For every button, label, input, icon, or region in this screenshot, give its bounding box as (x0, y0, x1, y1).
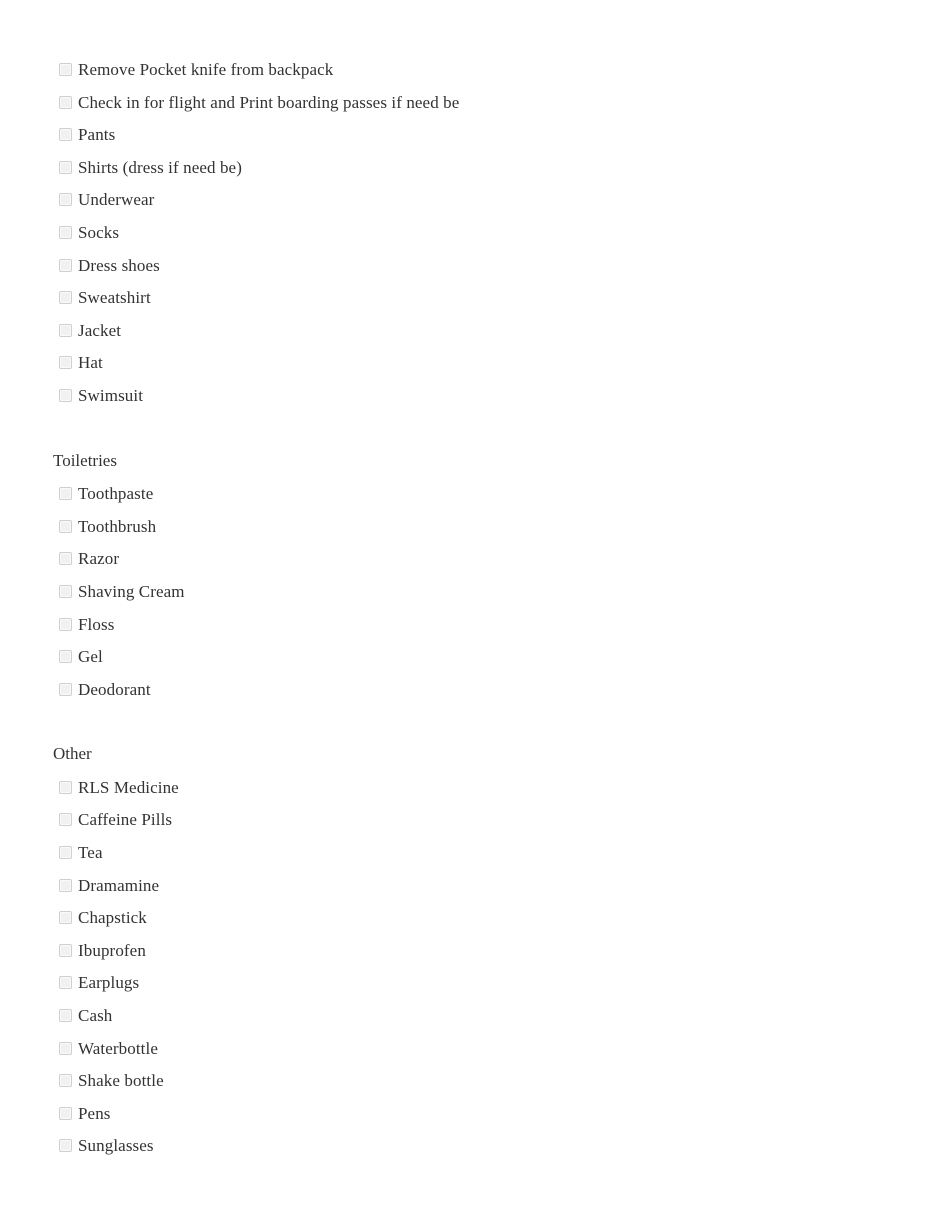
checklist-item-label: Caffeine Pills (78, 810, 173, 830)
checklist-group-heading: Other (53, 744, 92, 764)
checkbox-icon[interactable] (59, 1074, 72, 1088)
checklist-item[interactable]: Shaving Cream (59, 576, 950, 609)
checklist-item-label: Earplugs (78, 973, 140, 993)
checklist-item[interactable]: Sunglasses (59, 1130, 950, 1163)
checklist-item[interactable]: Dress shoes (59, 250, 950, 283)
checklist-item-label: Toothpaste (78, 484, 154, 504)
checklist-item[interactable]: Gel (59, 641, 950, 674)
checkbox-icon[interactable] (59, 878, 72, 892)
checkbox-icon[interactable] (59, 650, 72, 664)
checklist-item[interactable]: Check in for flight and Print boarding p… (59, 87, 950, 120)
checklist-item-label: Underwear (78, 190, 155, 210)
checklist-item-label: Floss (78, 614, 115, 634)
checklist-page: Remove Pocket knife from backpack Check i… (0, 0, 950, 1230)
checkbox-icon[interactable] (59, 388, 72, 402)
checklist-group: Toiletries Toothpaste Toothbrush Razor Shavi… (0, 445, 950, 707)
checkbox-icon[interactable] (59, 128, 72, 142)
checkbox-icon[interactable] (59, 943, 72, 957)
checkbox-icon[interactable] (59, 617, 72, 631)
checkbox-icon[interactable] (59, 63, 72, 76)
checkbox-icon[interactable] (59, 1139, 72, 1153)
checklist-item-label: Jacket (78, 320, 122, 340)
checklist-item-label: Shirts (dress if need be) (78, 157, 242, 177)
checklist-item-label: Shaving Cream (78, 581, 185, 601)
checkbox-icon[interactable] (59, 160, 72, 174)
checkbox-icon[interactable] (59, 813, 72, 827)
checklist-item[interactable]: Floss (59, 609, 950, 642)
checklist-item[interactable]: Waterbottle (59, 1033, 950, 1066)
checklist-item[interactable]: Remove Pocket knife from backpack (59, 54, 950, 87)
checklist-item[interactable]: Sweatshirt (59, 282, 950, 315)
checklist-item-label: Sweatshirt (78, 288, 151, 308)
checklist-item-label: Chapstick (78, 908, 147, 928)
checklist-item-label: Pants (78, 125, 116, 145)
checkbox-icon[interactable] (59, 225, 72, 239)
checklist-item-label: Pens (78, 1103, 111, 1123)
checkbox-icon[interactable] (59, 584, 72, 598)
checkbox-icon[interactable] (59, 519, 72, 533)
checklist-item[interactable]: Chapstick (59, 902, 950, 935)
checklist-item-label: Remove Pocket knife from backpack (78, 60, 334, 79)
checklist-item-label: Check in for flight and Print boarding p… (78, 92, 460, 112)
checklist-item-label: Hat (78, 353, 103, 373)
checkbox-icon[interactable] (59, 682, 72, 696)
checklist-group: Remove Pocket knife from backpack Check i… (0, 54, 950, 413)
checkbox-icon[interactable] (59, 911, 72, 925)
checklist-item-label: Ibuprofen (78, 940, 146, 960)
checklist-item-label: Razor (78, 549, 120, 569)
checklist-item[interactable]: Ibuprofen (59, 935, 950, 968)
checkbox-icon[interactable] (59, 976, 72, 990)
checklist-item-label: Cash (78, 1006, 113, 1026)
checklist-item-label: RLS Medicine (78, 777, 179, 797)
checklist-item[interactable]: Shake bottle (59, 1065, 950, 1098)
checklist-item-label: Tea (78, 843, 103, 863)
checklist-item[interactable]: Underwear (59, 184, 950, 217)
checklist-item[interactable]: Cash (59, 1000, 950, 1033)
checklist-item-label: Toothbrush (78, 516, 157, 536)
checkbox-icon[interactable] (59, 193, 72, 207)
checklist-item-label: Waterbottle (78, 1038, 158, 1058)
checklist-item[interactable]: Earplugs (59, 967, 950, 1000)
checklist-item[interactable]: Socks (59, 217, 950, 250)
checklist-item-label: Swimsuit (78, 385, 144, 405)
checklist-item[interactable]: Jacket (59, 315, 950, 348)
checklist-item-label: Dress shoes (78, 255, 160, 275)
checklist-item[interactable]: Hat (59, 347, 950, 380)
checklist-item-label: Sunglasses (78, 1136, 154, 1156)
checkbox-icon[interactable] (59, 487, 72, 501)
checklist-item[interactable]: Toothpaste (59, 478, 950, 511)
checkbox-icon[interactable] (59, 1106, 72, 1120)
checklist-group-heading: Toiletries (53, 450, 117, 470)
checklist-item-label: Gel (78, 647, 103, 667)
checklist-item[interactable]: RLS Medicine (59, 772, 950, 805)
checkbox-icon[interactable] (59, 846, 72, 860)
checklist-item[interactable]: Razor (59, 543, 950, 576)
checklist-item-label: Shake bottle (78, 1071, 164, 1091)
checkbox-icon[interactable] (59, 1041, 72, 1055)
checkbox-icon[interactable] (59, 291, 72, 305)
checklist-item-label: Socks (78, 222, 120, 242)
checklist-item[interactable]: Shirts (dress if need be) (59, 152, 950, 185)
checkbox-icon[interactable] (59, 780, 72, 794)
checklist-group: Other RLS Medicine Caffeine Pills Tea Dramam… (0, 738, 950, 1163)
checkbox-icon[interactable] (59, 323, 72, 337)
checklist-item-label: Deodorant (78, 679, 151, 699)
checklist-item-label: Dramamine (78, 875, 160, 895)
checkbox-icon[interactable] (59, 95, 72, 109)
checklist-item[interactable]: Pens (59, 1098, 950, 1131)
checkbox-icon[interactable] (59, 258, 72, 272)
checkbox-icon[interactable] (59, 1009, 72, 1023)
checklist-item[interactable]: Caffeine Pills (59, 804, 950, 837)
checkbox-icon[interactable] (59, 356, 72, 370)
checklist-item[interactable]: Deodorant (59, 674, 950, 707)
checklist-item[interactable]: Swimsuit (59, 380, 950, 413)
checkbox-icon[interactable] (59, 552, 72, 566)
checklist: Remove Pocket knife from backpack Check i… (0, 54, 950, 1163)
checklist-item[interactable]: Tea (59, 837, 950, 870)
checklist-item[interactable]: Pants (59, 119, 950, 152)
checklist-item[interactable]: Dramamine (59, 870, 950, 903)
checklist-item[interactable]: Toothbrush (59, 511, 950, 544)
